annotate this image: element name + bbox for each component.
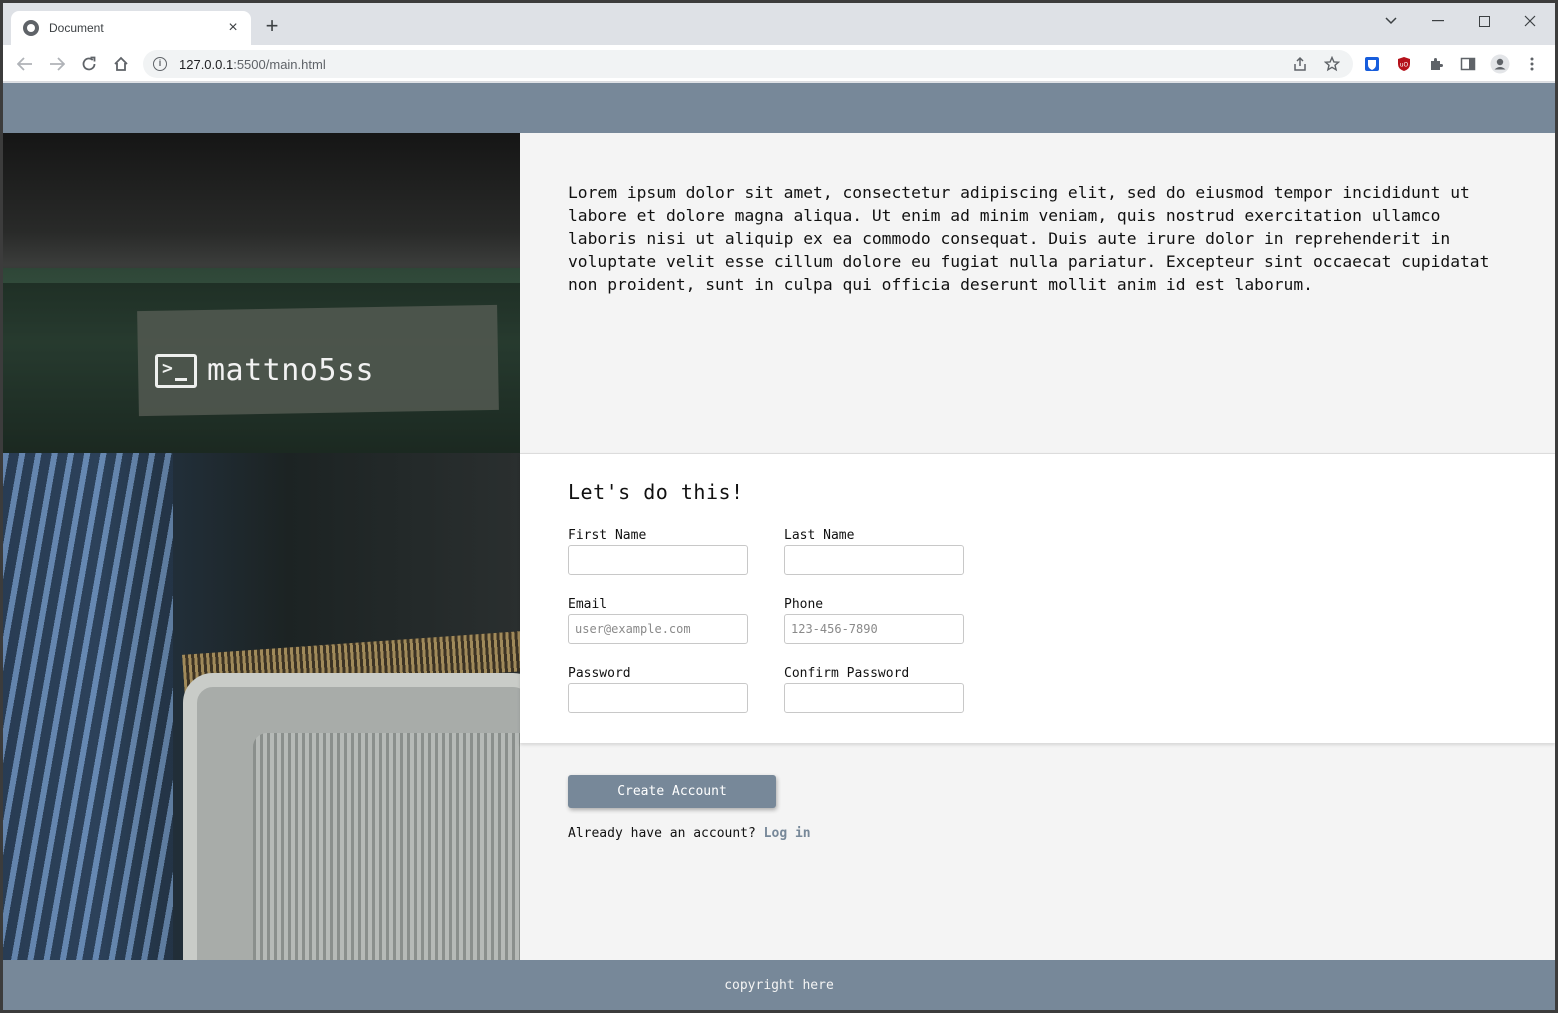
confirm-password-field[interactable] (784, 683, 964, 713)
intro-text: Lorem ipsum dolor sit amet, consectetur … (568, 183, 1490, 294)
reload-icon[interactable] (78, 53, 100, 75)
new-tab-button[interactable]: + (261, 15, 283, 37)
form-heading: Let's do this! (568, 480, 744, 504)
home-icon[interactable] (110, 53, 132, 75)
first-name-label: First Name (568, 528, 647, 543)
browser-toolbar: i 127.0.0.1:5500/main.html uO (3, 45, 1555, 82)
phone-field[interactable] (784, 614, 964, 644)
site-footer: copyright here (3, 960, 1555, 1010)
last-name-group: Last Name (784, 528, 964, 575)
last-name-label: Last Name (784, 528, 855, 543)
globe-icon (23, 20, 39, 36)
maximize-icon[interactable] (1466, 9, 1502, 33)
email-field[interactable] (568, 614, 748, 644)
phone-label: Phone (784, 597, 824, 612)
terminal-icon (155, 353, 197, 388)
share-icon[interactable] (1289, 53, 1311, 75)
address-bar[interactable]: i 127.0.0.1:5500/main.html (143, 50, 1353, 78)
back-icon[interactable] (14, 53, 36, 75)
forward-icon[interactable] (46, 53, 68, 75)
intro-section: Lorem ipsum dolor sit amet, consectetur … (520, 133, 1555, 453)
site-header (3, 83, 1555, 133)
phone-group: Phone (784, 597, 964, 644)
hero-fan-grill (253, 733, 520, 960)
extension-ublock-icon[interactable]: uO (1394, 54, 1414, 74)
email-group: Email (568, 597, 748, 644)
site-info-icon[interactable]: i (153, 57, 167, 71)
password-field[interactable] (568, 683, 748, 713)
bookmark-star-icon[interactable] (1321, 53, 1343, 75)
first-name-field[interactable] (568, 545, 748, 575)
signup-form: Let's do this! First Name Last Name Emai… (520, 453, 1555, 743)
first-name-group: First Name (568, 528, 748, 575)
confirm-password-group: Confirm Password (784, 666, 964, 713)
tab-document[interactable]: Document × (11, 11, 251, 45)
form-fields: First Name Last Name Email Phone Passwor… (568, 528, 1507, 713)
email-label: Email (568, 597, 608, 612)
extension-bitwarden-icon[interactable] (1362, 54, 1382, 74)
extensions-puzzle-icon[interactable] (1426, 54, 1446, 74)
svg-text:uO: uO (1400, 62, 1409, 69)
web-page: mattno5ss Lorem ipsum dolor sit amet, co… (3, 83, 1555, 1010)
form-actions: Create Account Already have an account? … (520, 743, 1555, 960)
tab-search-icon[interactable] (1373, 9, 1409, 33)
browser-menu-icon[interactable] (1522, 54, 1542, 74)
copyright-text: copyright here (724, 977, 834, 993)
minimize-icon[interactable] (1420, 9, 1456, 33)
password-label: Password (568, 666, 631, 681)
last-name-field[interactable] (784, 545, 964, 575)
tab-close-icon[interactable]: × (225, 19, 241, 37)
site-logo[interactable]: mattno5ss (155, 353, 374, 388)
login-prompt-text: Already have an account? (568, 826, 756, 841)
side-panel-icon[interactable] (1458, 54, 1478, 74)
window-close-icon[interactable] (1512, 9, 1548, 33)
hero-image: mattno5ss (3, 133, 520, 960)
url-text: 127.0.0.1:5500/main.html (179, 56, 326, 72)
browser-window: Document × + i 127.0.0.1:5500/main.html … (3, 3, 1555, 1010)
tab-title: Document (49, 21, 104, 35)
hero-heatsink-fins (3, 453, 173, 960)
brand-name: mattno5ss (207, 353, 375, 388)
create-account-button[interactable]: Create Account (568, 775, 776, 808)
confirm-password-label: Confirm Password (784, 666, 910, 681)
password-group: Password (568, 666, 748, 713)
login-prompt: Already have an account? Log in (568, 826, 1507, 841)
profile-avatar-icon[interactable] (1490, 54, 1510, 74)
tab-strip: Document × + (3, 3, 1555, 45)
login-link[interactable]: Log in (764, 826, 811, 841)
